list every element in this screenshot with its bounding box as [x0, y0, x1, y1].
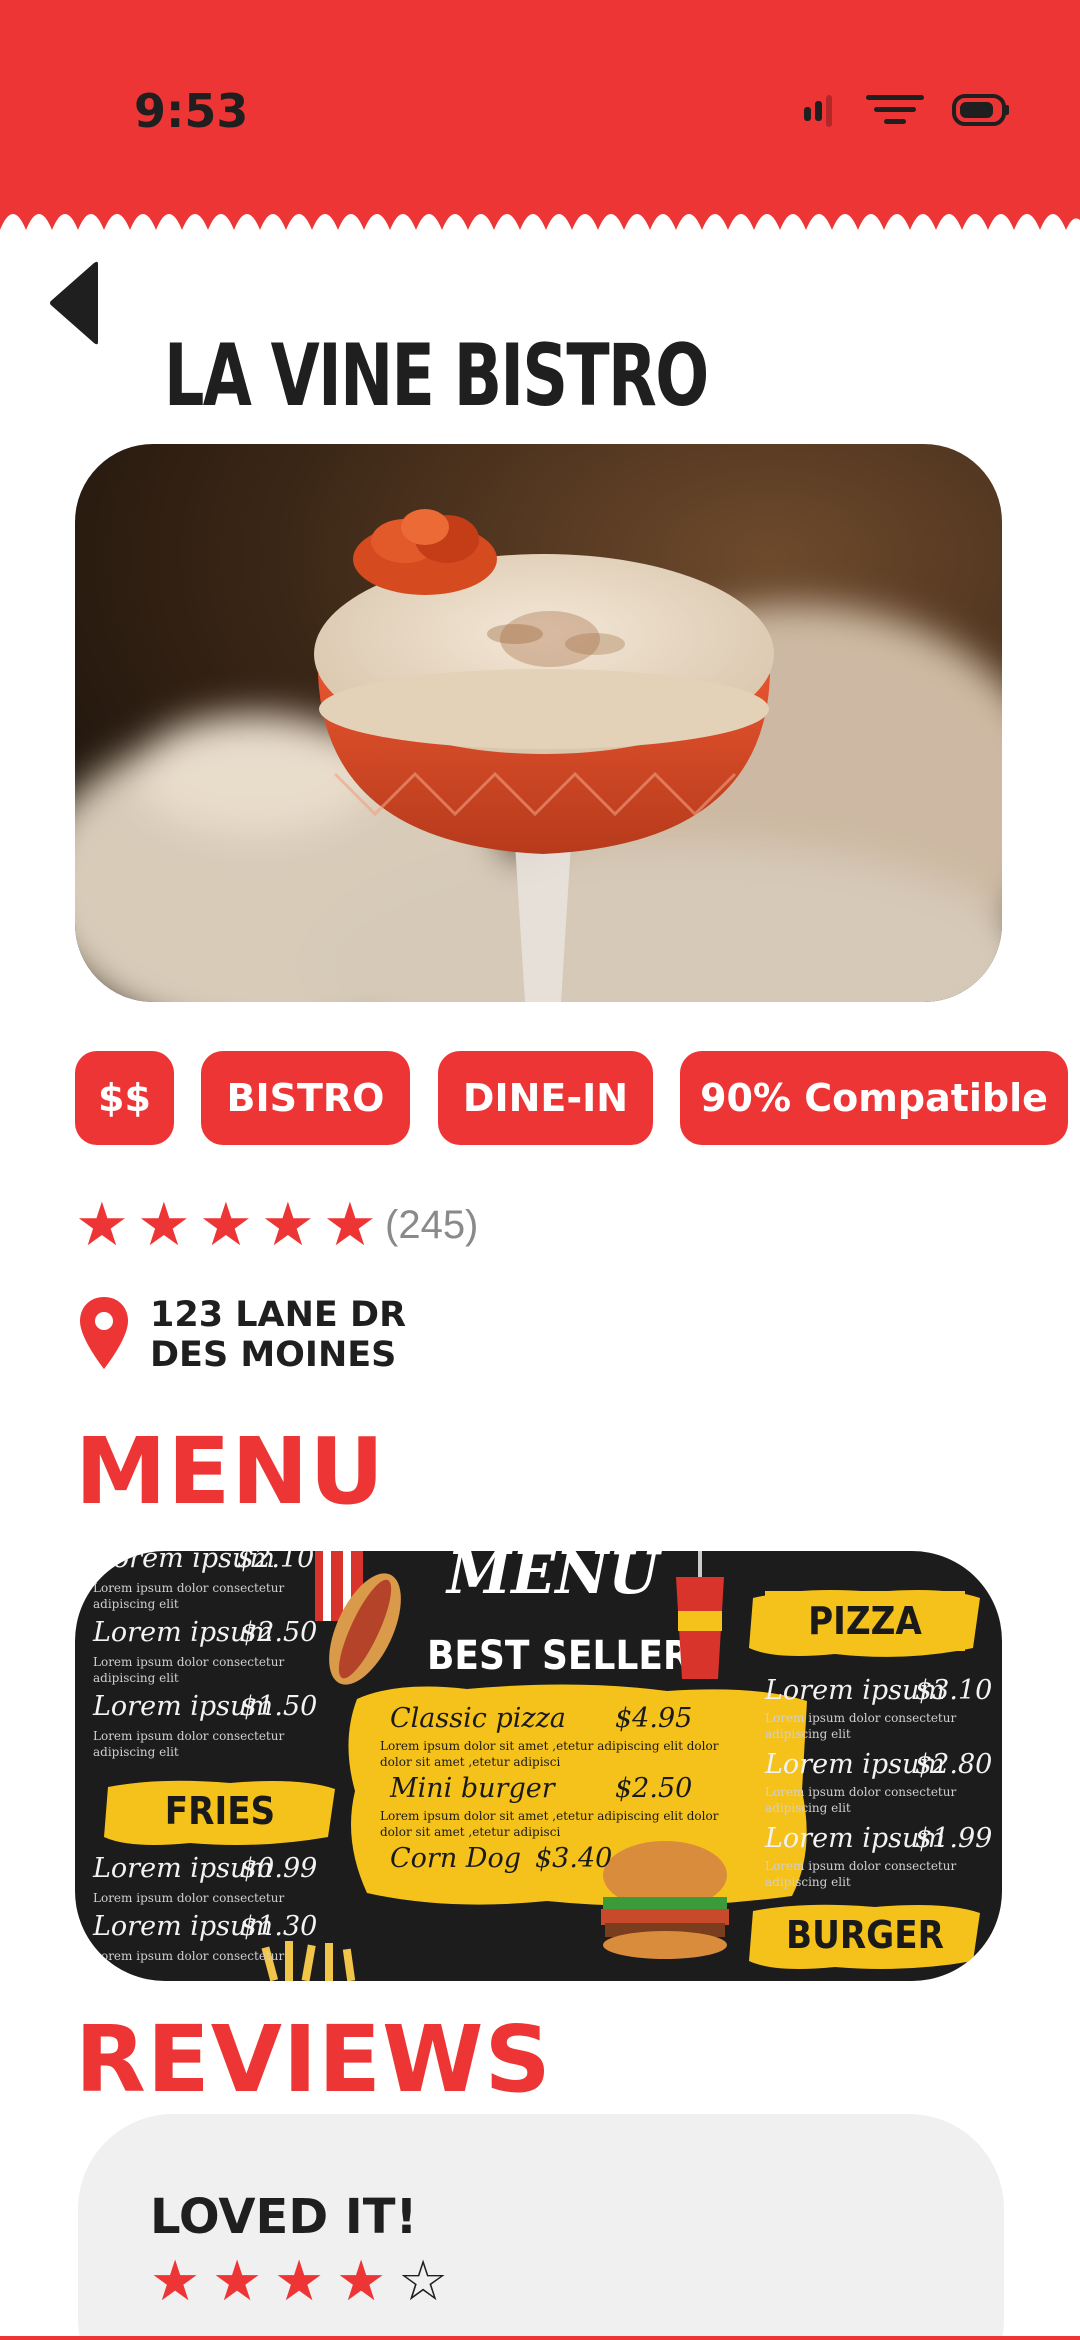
menu-item-desc: Lorem ipsum dolor consectetur	[765, 1711, 957, 1725]
rating-count[interactable]: (245)	[385, 1203, 478, 1248]
menu-item-price: $1.99	[915, 1823, 993, 1854]
tag-compatibility[interactable]: 90% Compatible	[680, 1051, 1068, 1145]
tag-dine-in[interactable]: DINE-IN	[438, 1051, 653, 1145]
bottom-accent-line	[0, 2336, 1080, 2340]
hero-photo	[75, 444, 1002, 1002]
address-line1: 123 LANE DR	[150, 1295, 407, 1335]
menu-item-desc: adipiscing elit	[93, 1745, 179, 1759]
star-icon: ★	[212, 2249, 263, 2314]
wifi-icon	[866, 91, 924, 133]
menu-item-desc: Lorem ipsum dolor consectetur	[93, 1729, 285, 1743]
restaurant-detail-screen: 9:53 LA VINE BISTRO $$ BISTRO DINE-IN 90…	[0, 0, 1080, 2340]
menu-item-price: $2.50	[240, 1617, 318, 1648]
menu-item-price: $3.40	[535, 1843, 613, 1874]
menu-item-desc: dolor sit amet ,etetur adipisci	[380, 1825, 561, 1839]
rating: ★ ★ ★ ★ ★ (245)	[75, 1190, 478, 1260]
review-card[interactable]: LOVED IT! ★ ★ ★ ★ ☆	[78, 2114, 1004, 2340]
menu-item-price: $2.80	[915, 1749, 993, 1780]
menu-item-desc: Lorem ipsum dolor consectetur	[765, 1785, 957, 1799]
location-pin-icon	[80, 1297, 128, 1369]
tag-category[interactable]: BISTRO	[201, 1051, 410, 1145]
menu-heading: MENU	[75, 1418, 386, 1525]
star-outline-icon: ☆	[398, 2249, 449, 2314]
star-icon: ★	[75, 1190, 129, 1260]
fries-banner-label: FRIES	[164, 1789, 276, 1833]
menu-item-price: $2.10	[237, 1551, 315, 1574]
menu-item-desc: Lorem ipsum dolor consectetur	[93, 1581, 285, 1595]
menu-board-image[interactable]: PIZZA FRIES BURGER MENU BEST SELLER Lore…	[75, 1551, 1002, 1981]
menu-item-name: Corn Dog	[390, 1843, 521, 1874]
menu-item-desc: adipiscing elit	[765, 1727, 851, 1741]
menu-item-desc: adipiscing elit	[765, 1875, 851, 1889]
status-bar-scalloped-edge	[0, 200, 1080, 230]
menu-item-desc: Lorem ipsum dolor consectetur	[93, 1655, 285, 1669]
star-icon: ★	[274, 2249, 325, 2314]
menu-item-price: $4.95	[615, 1703, 693, 1734]
menu-item-desc: dolor sit amet ,etetur adipisci	[380, 1755, 561, 1769]
menu-item-desc: Lorem ipsum dolor sit amet ,etetur adipi…	[380, 1809, 719, 1823]
menu-item-price: $2.50	[615, 1773, 693, 1804]
star-icon: ★	[336, 2249, 387, 2314]
menu-item-desc: adipiscing elit	[93, 1671, 179, 1685]
best-seller-label: BEST SELLER	[427, 1633, 691, 1679]
tag-price[interactable]: $$	[75, 1051, 174, 1145]
menu-item-name: Classic pizza	[390, 1703, 566, 1734]
menu-item-desc: adipiscing elit	[765, 1801, 851, 1815]
menu-item-price: $1.50	[240, 1691, 318, 1722]
menu-item-desc: Lorem ipsum dolor consectetur	[93, 1949, 285, 1963]
drink-cup-illustration	[676, 1551, 724, 1679]
star-icon: ★	[150, 2249, 201, 2314]
menu-item-price: $0.99	[240, 1853, 318, 1884]
star-icon: ★	[261, 1190, 315, 1260]
restaurant-name: LA VINE BISTRO	[164, 326, 709, 426]
burger-banner-label: BURGER	[786, 1913, 944, 1957]
menu-board-title: MENU	[447, 1551, 660, 1607]
star-icon: ★	[137, 1190, 191, 1260]
address-line2: DES MOINES	[150, 1335, 397, 1375]
star-icon: ★	[323, 1190, 377, 1260]
address-text: 123 LANE DR DES MOINES	[150, 1295, 406, 1375]
status-time: 9:53	[134, 84, 249, 138]
reviews-heading: REVIEWS	[75, 2006, 552, 2113]
pizza-banner-label: PIZZA	[765, 1591, 965, 1651]
menu-item-desc: Lorem ipsum dolor sit amet ,etetur adipi…	[380, 1739, 719, 1753]
battery-icon	[952, 91, 1010, 133]
menu-item-desc: Lorem ipsum dolor consectetur	[765, 1859, 957, 1873]
menu-item-desc: adipiscing elit	[93, 1597, 179, 1611]
menu-item-name: Mini burger	[390, 1773, 555, 1804]
review-stars: ★ ★ ★ ★ ☆	[150, 2254, 460, 2310]
status-bar: 9:53	[0, 0, 1080, 205]
menu-item-price: $3.10	[915, 1675, 993, 1706]
status-icons	[800, 90, 1010, 134]
hotdog-illustration	[315, 1551, 401, 1685]
address[interactable]: 123 LANE DR DES MOINES	[78, 1295, 406, 1375]
menu-item-desc: Lorem ipsum dolor consectetur	[93, 1891, 285, 1905]
star-icon: ★	[199, 1190, 253, 1260]
review-title: LOVED IT!	[150, 2189, 418, 2245]
menu-item-price: $1.30	[240, 1911, 318, 1942]
signal-icon	[800, 91, 838, 133]
burger-illustration	[601, 1841, 729, 1959]
back-triangle-icon[interactable]	[48, 260, 102, 346]
